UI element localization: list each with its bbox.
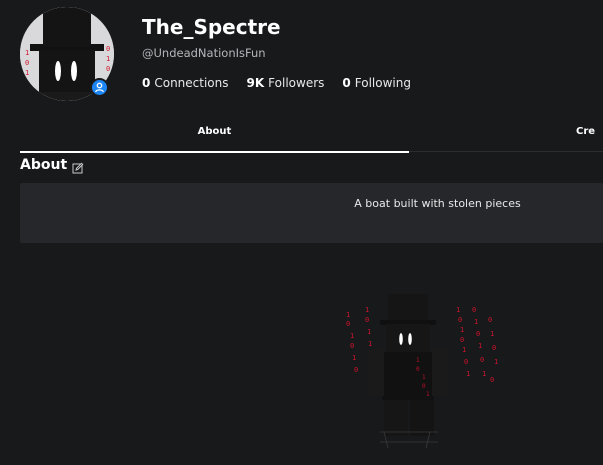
svg-text:0: 0	[106, 45, 110, 53]
svg-text:1: 1	[466, 370, 470, 378]
svg-text:1: 1	[494, 358, 498, 366]
svg-text:0: 0	[472, 306, 476, 314]
profile-stats: 0 Connections 9K Followers 0 Following	[142, 75, 411, 91]
svg-text:0: 0	[354, 366, 358, 374]
svg-text:0: 0	[346, 320, 350, 328]
svg-text:1: 1	[426, 391, 430, 398]
svg-text:1: 1	[350, 332, 354, 340]
profile-tabs: About Cre	[20, 120, 603, 153]
avatar-3d-icon: 1 0 1 0 1 0 1 0 1 1 0 1 0 1 0 1 0 1	[346, 294, 498, 449]
svg-text:0: 0	[350, 342, 354, 350]
svg-text:1: 1	[365, 306, 369, 314]
tab-about[interactable]: About	[20, 120, 409, 153]
svg-text:0: 0	[422, 383, 426, 390]
svg-text:1: 1	[490, 330, 494, 338]
svg-text:1: 1	[456, 306, 460, 314]
stat-value: 0	[142, 76, 151, 90]
svg-text:1: 1	[368, 340, 372, 348]
svg-text:1: 1	[106, 55, 110, 63]
svg-text:0: 0	[25, 59, 29, 67]
edit-icon[interactable]	[72, 159, 84, 174]
svg-text:1: 1	[474, 318, 478, 326]
stat-connections[interactable]: 0 Connections	[142, 75, 229, 91]
about-description: A boat built with stolen pieces	[354, 197, 521, 210]
svg-text:1: 1	[416, 357, 420, 364]
stat-label: Followers	[268, 76, 325, 90]
svg-text:1: 1	[482, 370, 486, 378]
svg-text:1: 1	[352, 354, 356, 362]
svg-text:0: 0	[460, 336, 464, 344]
svg-text:1: 1	[346, 311, 350, 319]
svg-text:0: 0	[490, 376, 494, 384]
profile-page: 1 0 1 0 1 0 The_Spectre @UndeadNationIsF…	[0, 0, 603, 465]
tab-creations[interactable]: Cre	[576, 120, 603, 151]
username: @UndeadNationIsFun	[142, 46, 266, 60]
svg-text:1: 1	[25, 69, 29, 77]
svg-text:0: 0	[464, 358, 468, 366]
svg-text:1: 1	[478, 342, 482, 350]
svg-text:0: 0	[416, 366, 420, 373]
stat-followers[interactable]: 9K Followers	[247, 75, 325, 91]
avatar[interactable]: 1 0 1 0 1 0	[20, 7, 114, 101]
presence-badge	[90, 78, 109, 97]
svg-text:0: 0	[458, 316, 462, 324]
svg-text:0: 0	[365, 316, 369, 324]
user-icon	[95, 82, 104, 93]
svg-text:1: 1	[367, 328, 371, 336]
svg-text:0: 0	[476, 330, 480, 338]
about-description-box: A boat built with stolen pieces	[20, 183, 603, 243]
svg-text:0: 0	[488, 316, 492, 324]
stat-value: 9K	[246, 76, 265, 90]
svg-text:1: 1	[460, 326, 464, 334]
svg-text:0: 0	[480, 356, 484, 364]
stat-label: Following	[354, 76, 411, 90]
about-header: About	[20, 155, 84, 175]
avatar-3d-render[interactable]: 1 0 1 0 1 0 1 0 1 1 0 1 0 1 0 1 0 1	[330, 282, 510, 457]
svg-text:1: 1	[462, 346, 466, 354]
stat-label: Connections	[154, 76, 229, 90]
svg-text:0: 0	[492, 344, 496, 352]
svg-text:1: 1	[422, 374, 426, 381]
svg-text:0: 0	[106, 65, 110, 73]
display-name: The_Spectre	[142, 15, 281, 39]
about-title: About	[20, 157, 68, 173]
svg-text:1: 1	[25, 49, 29, 57]
stat-value: 0	[342, 76, 351, 90]
stat-following[interactable]: 0 Following	[342, 75, 411, 91]
